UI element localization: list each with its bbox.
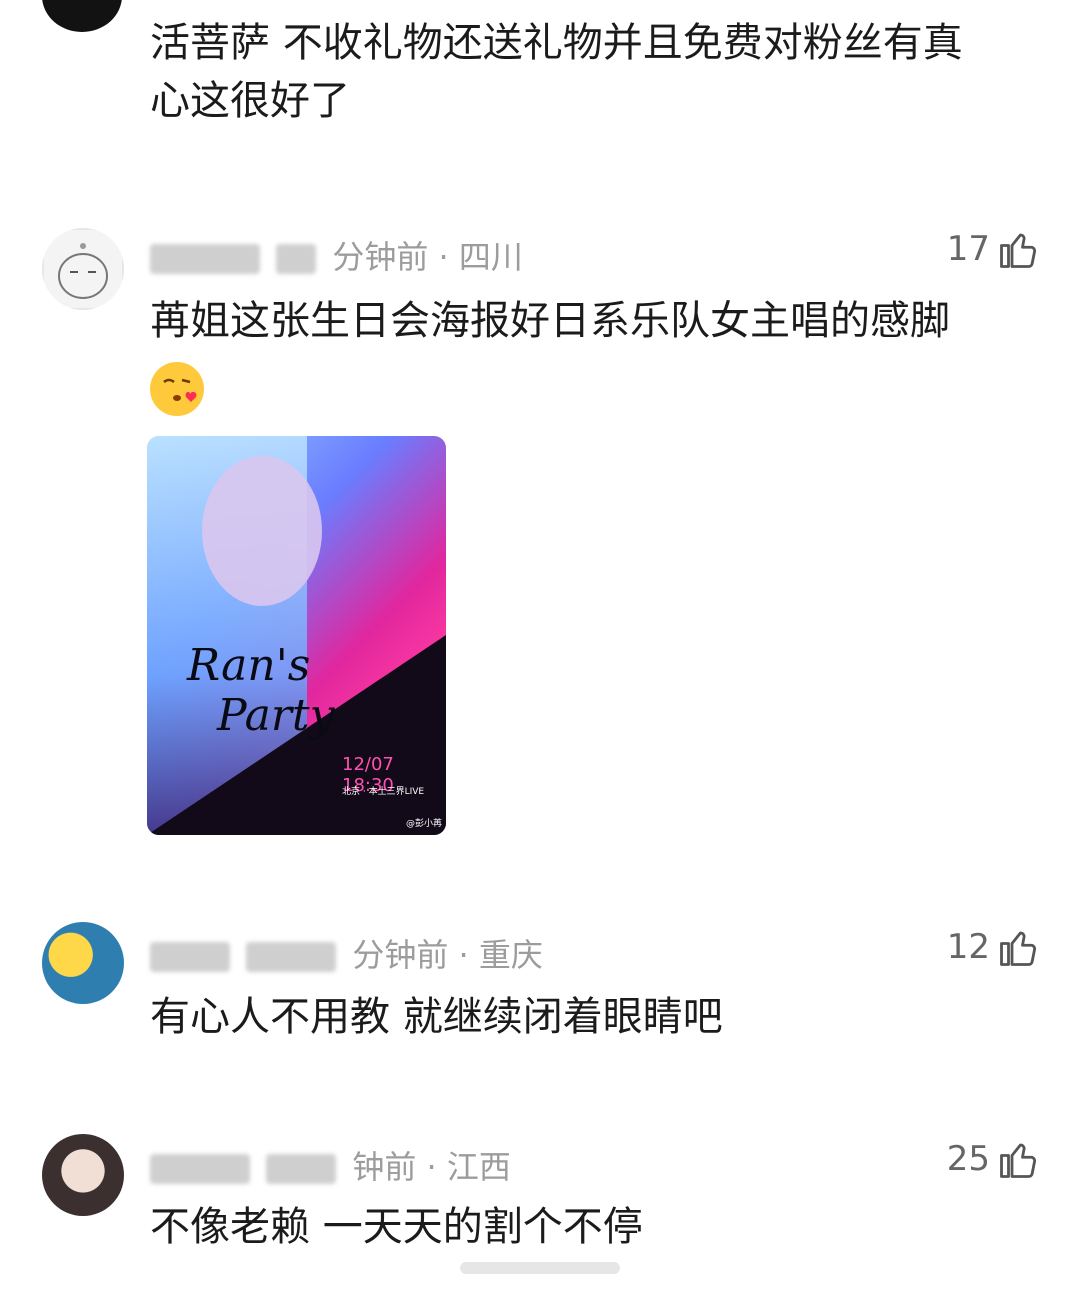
avatar[interactable] [42,922,124,1004]
thumbs-up-icon [1000,931,1036,966]
time-blurred [276,244,317,274]
username-blurred [150,244,260,274]
like-button[interactable]: 12 [947,926,1040,968]
home-indicator[interactable] [460,1262,620,1274]
like-count: 25 [946,1139,990,1179]
poster-watermark: @彭小苒 [405,819,442,829]
comment-meta: 分钟前 · 重庆 [150,930,543,976]
thumbs-up-icon [1000,233,1036,268]
thumbs-up-icon [1000,1143,1036,1178]
username-blurred [150,942,230,972]
comment-text: 活菩萨 不收礼物还送礼物并且免费对粉丝有真 心这很好了 [150,20,963,124]
poster-location: 北京 · 本土三界LIVE [342,787,425,797]
like-button[interactable]: 25 [947,1138,1040,1180]
comment-text: 有心人不用教 就继续闭着眼睛吧 [150,994,723,1040]
cartoon-face-icon [58,243,108,299]
poster-image[interactable]: Ran's Party 12/07 18:30 北京 · 本土三界LIVE @彭… [147,436,446,835]
time-blurred [246,942,337,972]
like-button[interactable]: 17 [947,228,1040,270]
avatar[interactable] [42,1134,124,1216]
time-blurred [266,1154,337,1184]
comment-meta: 钟前 · 江西 [150,1142,511,1188]
avatar[interactable] [42,0,122,32]
username-blurred [150,1154,250,1184]
comment-text: 不像老赖 一天天的割个不停 [150,1204,643,1250]
avatar[interactable] [42,228,124,310]
kiss-emoji [150,362,204,416]
comment-text: 苒姐这张生日会海报好日系乐队女主唱的感脚 [150,298,950,344]
poster-title: Ran's Party [187,640,335,741]
like-count: 17 [946,229,990,269]
like-count: 12 [946,927,990,967]
comment-meta: 分钟前 · 四川 [150,232,523,278]
